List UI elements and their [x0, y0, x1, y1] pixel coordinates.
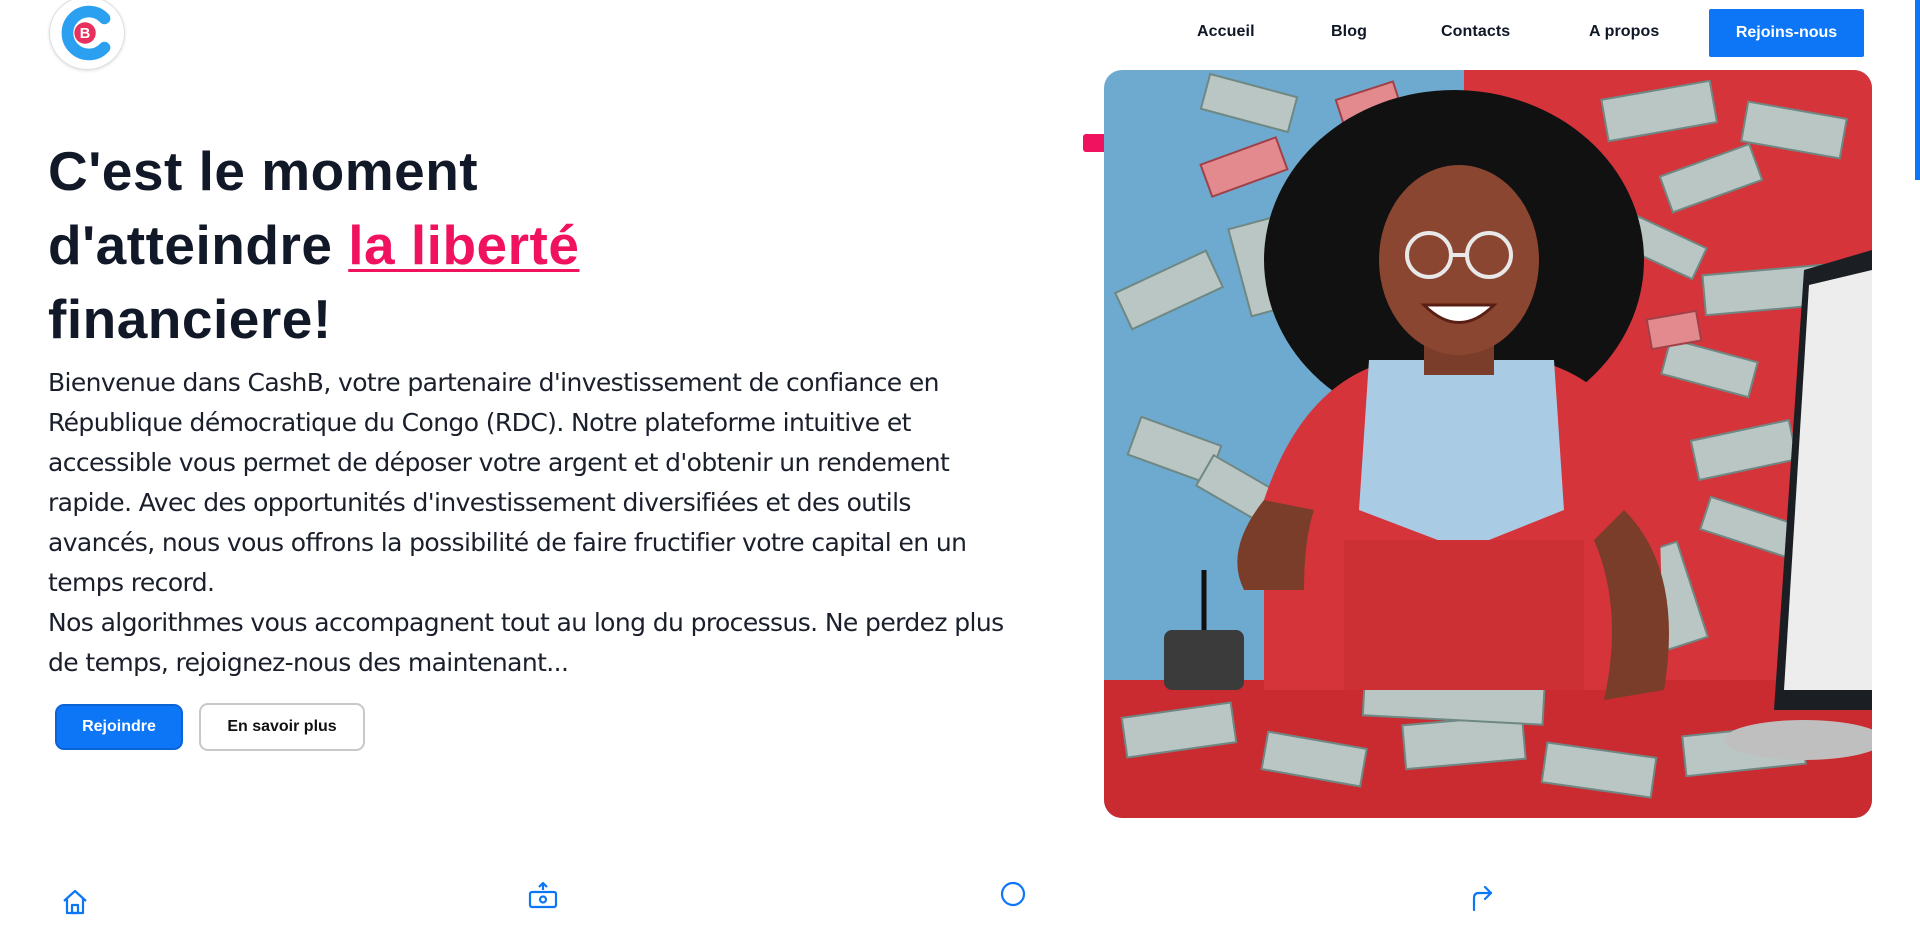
hero-headline: C'est le moment d'atteindre la liberté f…	[48, 134, 808, 356]
money-transfer-icon[interactable]	[527, 880, 559, 912]
nav-accueil[interactable]: Accueil	[1197, 23, 1255, 41]
headline-line3: financiere!	[48, 288, 332, 350]
hero-illustration	[1104, 70, 1872, 818]
woman-with-money-illustration-icon	[1104, 70, 1872, 818]
learn-more-button[interactable]: En savoir plus	[199, 703, 365, 751]
join-button[interactable]: Rejoindre	[55, 704, 183, 750]
hero-description: Bienvenue dans CashB, votre partenaire d…	[48, 363, 1008, 683]
logo-letter: B	[80, 26, 91, 42]
circle-icon[interactable]	[997, 878, 1029, 910]
hero-paragraph-1: Bienvenue dans CashB, votre partenaire d…	[48, 368, 967, 597]
arrow-turn-up-right-icon[interactable]	[1465, 882, 1497, 914]
nav-contacts[interactable]: Contacts	[1441, 23, 1510, 41]
hero-paragraph-2: Nos algorithmes vous accompagnent tout a…	[48, 608, 1004, 677]
headline-accent: la liberté	[348, 214, 580, 276]
headline-line1: C'est le moment	[48, 140, 479, 202]
scrollbar-thumb[interactable]	[1915, 0, 1920, 180]
cashb-logo[interactable]: B	[49, 0, 125, 70]
home-icon[interactable]	[59, 886, 91, 918]
join-us-button[interactable]: Rejoins-nous	[1709, 9, 1864, 57]
nav-a-propos[interactable]: A propos	[1589, 23, 1659, 41]
site-header: B Accueil Blog Contacts A propos Rejoins…	[0, 0, 1920, 70]
nav-blog[interactable]: Blog	[1331, 23, 1367, 41]
logo-mark-icon: B	[61, 5, 111, 61]
headline-line2: d'atteindre	[48, 214, 349, 276]
